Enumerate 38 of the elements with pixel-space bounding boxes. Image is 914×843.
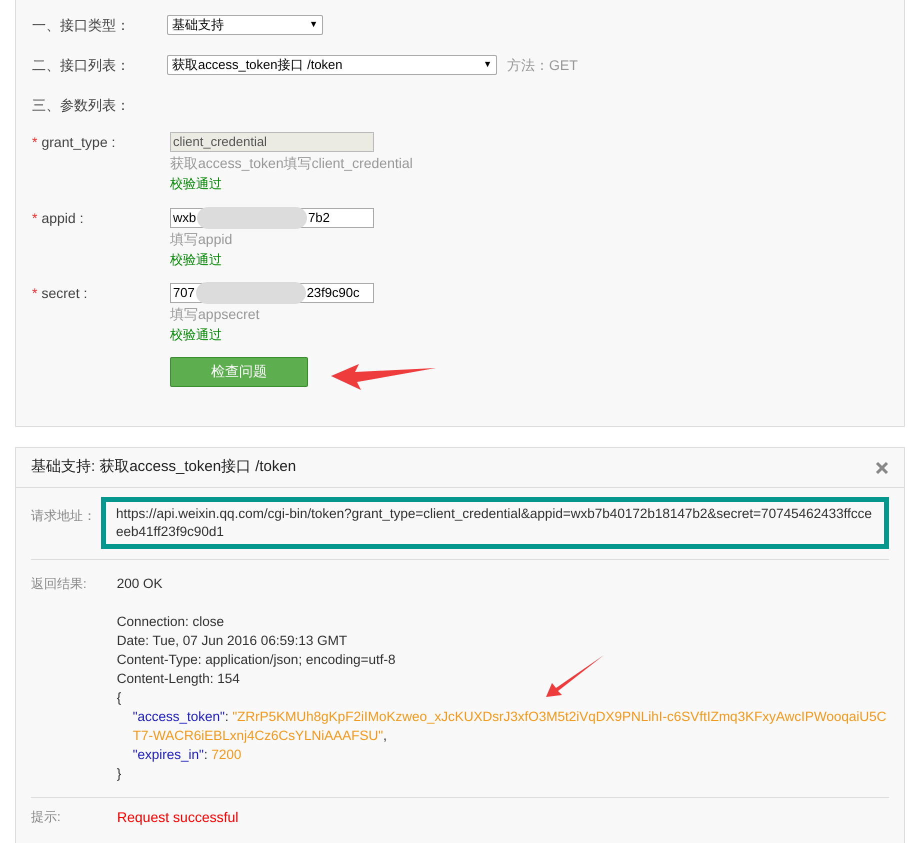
section-heading: 三、参数列表： xyxy=(32,96,130,114)
json-line: "access_token": "ZRrP5KMUh8gKpF2iIMoKzweo_xJcKUXDsrJ3xfO3M5t2iVqDX9PNLihI-c6SVftIZmq3KFxyAwcIPWooqaiU5CT7-WACR6iEBLxnj4Cz6CsYLNiAAAFSU", xyxy=(132,708,888,745)
param-input[interactable]: wxb 7b2 xyxy=(170,208,374,228)
dropdown-icon: ▼ xyxy=(483,58,492,72)
response-header: Content-Type: application/json; encoding=utf-8 xyxy=(116,651,397,669)
required-mark: * xyxy=(32,133,38,152)
field-label: 二、接口列表： xyxy=(32,56,131,74)
validation-status: 校验通过 xyxy=(170,326,223,344)
result-message: Request successful xyxy=(117,808,238,826)
request-url: https://api.weixin.qq.com/cgi-bin/token?grant_type=client_credential&appid=wxb7b40172b18147b2&secret=70745462433ffcceeeb41ff23f9c90d1 xyxy=(101,497,889,549)
hint-label: 提示: xyxy=(31,808,62,826)
required-mark: * xyxy=(32,284,38,303)
field-label: 一、接口类型： xyxy=(32,16,131,34)
result-title: 基础支持: 获取access_token接口 /token xyxy=(31,457,296,478)
interface-type-select[interactable]: 基础支持 ▼ xyxy=(167,15,323,35)
json-line: "expires_in": 7200 xyxy=(132,746,242,764)
param-hint: 填写appid xyxy=(170,230,234,249)
required-mark: * xyxy=(32,208,38,228)
status-line: 200 OK xyxy=(116,575,164,593)
param-label: appid : xyxy=(41,208,84,228)
response-header: Connection: close xyxy=(116,613,226,631)
close-icon[interactable] xyxy=(875,460,889,474)
dropdown-icon: ▼ xyxy=(309,18,318,32)
response-label: 返回结果: xyxy=(31,575,88,593)
validation-status: 校验通过 xyxy=(170,250,223,268)
json-brace: } xyxy=(116,765,122,783)
param-label: secret : xyxy=(41,284,88,303)
interface-list-select[interactable]: 获取access_token接口 /token ▼ xyxy=(167,55,497,75)
response-header: Content-Length: 154 xyxy=(116,670,241,688)
param-hint: 填写appsecret xyxy=(170,305,260,324)
validation-status: 校验通过 xyxy=(170,175,223,193)
method-label: 方法：GET xyxy=(507,56,578,74)
param-input[interactable]: 707 23f9c90c xyxy=(170,283,374,303)
param-label: grant_type : xyxy=(41,133,116,152)
response-header: Date: Tue, 07 Jun 2016 06:59:13 GMT xyxy=(116,632,348,650)
request-label: 请求地址： xyxy=(31,507,97,525)
json-brace: { xyxy=(116,689,122,707)
param-hint: 获取access_token填写client_credential xyxy=(170,154,413,173)
